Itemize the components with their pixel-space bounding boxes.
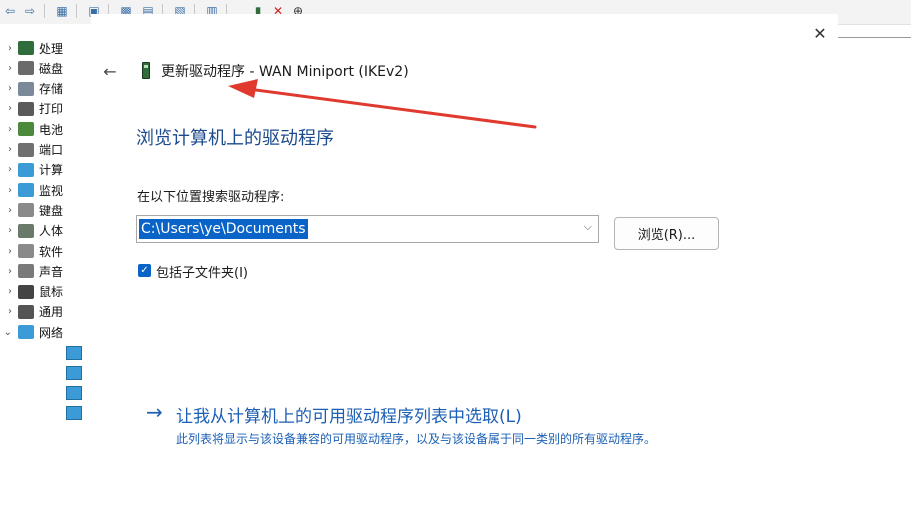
tree-category-item[interactable]: ⌄ 网络 (0, 322, 91, 342)
device-category-icon (18, 61, 34, 76)
device-category-icon (18, 81, 34, 96)
tree-category-item[interactable]: › 键盘 (0, 200, 91, 220)
driver-path-value[interactable]: C:\Users\ye\Documents (139, 219, 308, 239)
network-adapter-icon[interactable] (66, 345, 82, 360)
tree-category-label: 鼠标 (39, 285, 64, 300)
device-category-icon (18, 284, 34, 299)
arrow-right-icon[interactable]: → (146, 400, 163, 424)
device-category-icon (18, 41, 34, 55)
tree-category-item[interactable]: › 端口 (0, 140, 91, 160)
device-category-icon (18, 122, 34, 137)
chevron-right-icon[interactable]: › (0, 83, 18, 94)
tree-category-item[interactable]: › 人体 (0, 221, 91, 241)
device-category-icon (18, 244, 34, 258)
chevron-right-icon[interactable]: › (0, 266, 18, 277)
browse-button[interactable]: 浏览(R)... (614, 217, 719, 250)
tree-category-label: 声音 (39, 264, 64, 279)
chevron-right-icon[interactable]: › (0, 306, 18, 317)
dialog-title: 更新驱动程序 - WAN Miniport (IKEv2) (161, 64, 409, 80)
back-button[interactable]: ← (98, 60, 122, 82)
properties-icon[interactable]: ▦ (52, 2, 72, 20)
toolbar-separator (44, 4, 45, 18)
tree-category-label: 网络 (39, 325, 64, 340)
device-category-icon (18, 183, 34, 198)
device-category-icon (18, 325, 34, 340)
chevron-right-icon[interactable]: › (0, 164, 18, 175)
device-category-icon (18, 304, 34, 319)
tree-category-label: 磁盘 (39, 61, 64, 76)
tree-category-item[interactable]: › 磁盘 (0, 58, 91, 78)
chevron-right-icon[interactable]: › (0, 185, 18, 196)
forward-icon[interactable]: ⇨ (20, 2, 40, 20)
include-subfolders-checkbox[interactable]: ✓ (138, 264, 151, 277)
tree-category-label: 人体 (39, 224, 64, 239)
tree-category-item[interactable]: › 监视 (0, 180, 91, 200)
tree-category-label: 电池 (39, 122, 64, 137)
search-location-label: 在以下位置搜索驱动程序: (137, 190, 285, 205)
back-arrow-icon: ← (103, 61, 117, 81)
network-adapter-icon[interactable] (66, 406, 82, 421)
tree-category-item[interactable]: › 打印 (0, 99, 91, 119)
device-category-icon (18, 203, 34, 218)
toolbar-separator (76, 4, 77, 18)
tree-category-item[interactable]: › 存储 (0, 79, 91, 99)
tree-category-item[interactable]: › 电池 (0, 119, 91, 139)
tree-category-item[interactable]: › 处理 (0, 38, 91, 58)
close-button[interactable]: ✕ (806, 22, 834, 44)
tree-category-label: 端口 (39, 143, 64, 157)
tree-category-label: 通用 (39, 305, 64, 320)
chevron-right-icon[interactable]: › (0, 225, 18, 236)
back-icon[interactable]: ⇦ (0, 2, 20, 20)
tree-category-item[interactable]: › 计算 (0, 160, 91, 180)
device-category-icon (18, 162, 34, 177)
chevron-right-icon[interactable]: › (0, 124, 18, 135)
network-adapter-icon[interactable] (66, 365, 82, 380)
tree-category-label: 处理 (39, 41, 64, 56)
driver-path-combobox[interactable]: C:\Users\ye\Documents ⌵ (136, 215, 599, 243)
chevron-right-icon[interactable]: › (0, 286, 18, 297)
tree-category-label: 监视 (39, 183, 64, 198)
page-heading: 浏览计算机上的驱动程序 (136, 128, 334, 149)
tree-category-item[interactable]: › 通用 (0, 302, 91, 322)
chevron-right-icon[interactable]: › (0, 246, 18, 257)
tree-category-label: 键盘 (39, 203, 64, 218)
chevron-right-icon[interactable]: › (0, 205, 18, 216)
chevron-down-icon[interactable]: ⌵ (584, 220, 592, 234)
checkmark-icon: ✓ (140, 264, 149, 276)
network-adapter-icon (142, 62, 150, 79)
device-category-icon (18, 223, 34, 238)
tree-category-item[interactable]: › 软件 (0, 241, 91, 261)
device-category-icon (18, 264, 34, 279)
chevron-down-icon[interactable]: ⌄ (0, 327, 18, 338)
network-adapter-icon[interactable] (66, 386, 82, 401)
tree-category-label: 计算 (39, 163, 64, 178)
include-subfolders-label[interactable]: 包括子文件夹(I) (156, 262, 248, 281)
tree-category-item[interactable]: › 鼠标 (0, 282, 91, 302)
chevron-right-icon[interactable]: › (0, 103, 18, 114)
tree-category-label: 打印 (39, 102, 64, 117)
chevron-right-icon[interactable]: › (0, 63, 18, 74)
tree-category-label: 存储 (39, 82, 64, 97)
window-edge (838, 37, 911, 38)
device-category-icon (18, 101, 34, 116)
pick-from-list-description: 此列表将显示与该设备兼容的可用驱动程序，以及与该设备属于同一类别的所有驱动程序。 (176, 432, 657, 446)
tree-category-label: 软件 (39, 244, 64, 259)
close-icon: ✕ (813, 23, 827, 43)
pick-from-list-link[interactable]: 让我从计算机上的可用驱动程序列表中选取(L) (176, 402, 522, 427)
tree-category-item[interactable]: › 声音 (0, 261, 91, 281)
device-category-icon (18, 142, 34, 157)
device-tree: › 处理 › 磁盘 › 存储 › 打印 › 电池 › 端口 › 计算 › 监视 › 键盘 › 人体 › 软件 › 声音 › 鼠标 ›… (0, 24, 91, 506)
chevron-right-icon[interactable]: › (0, 144, 18, 155)
chevron-right-icon[interactable]: › (0, 43, 18, 54)
